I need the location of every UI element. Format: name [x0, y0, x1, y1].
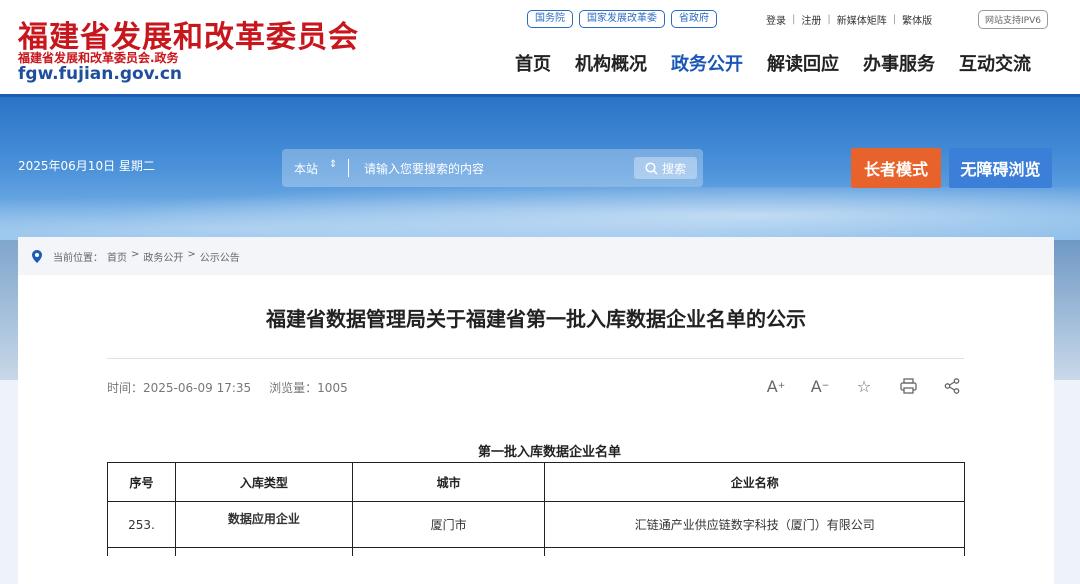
cell-city: 厦门市	[351, 501, 546, 548]
column-header-type: 入库类型	[174, 462, 353, 502]
location-pin-icon	[32, 250, 42, 263]
view-count-label: 浏览量：	[269, 381, 318, 395]
nav-item-interaction[interactable]: 互动交流	[959, 50, 1031, 76]
publish-time-value: 2025-06-09 17:35	[143, 381, 252, 395]
table-row	[107, 547, 965, 556]
separator: |	[892, 14, 897, 25]
new-media-link[interactable]: 新媒体矩阵	[837, 12, 887, 27]
nav-item-open-government[interactable]: 政务公开	[671, 50, 743, 76]
search-bar: 本站 ⇕ 请输入您要搜索的内容 搜索	[282, 149, 703, 187]
nav-item-interpretation[interactable]: 解读回应	[767, 50, 839, 76]
gov-links: 国务院 国家发展改革委 省政府	[527, 10, 717, 28]
site-header: 福建省发展和改革委员会 福建省发展和改革委员会.政务 fgw.fujian.go…	[0, 0, 1080, 97]
search-icon	[645, 161, 658, 175]
register-link[interactable]: 注册	[801, 12, 821, 27]
nav-item-services[interactable]: 办事服务	[863, 50, 935, 76]
table-header-row: 序号 入库类型 城市 企业名称	[107, 462, 965, 502]
star-icon[interactable]: ☆	[852, 375, 876, 397]
article-tools: A + A − ☆	[764, 375, 964, 397]
article-title: 福建省数据管理局关于福建省第一批入库数据企业名单的公示	[266, 307, 806, 331]
ipv6-badge: 网站支持IPV6	[978, 10, 1048, 29]
search-input[interactable]: 请输入您要搜索的内容	[364, 160, 484, 177]
publish-time: 时间：2025-06-09 17:35	[107, 379, 251, 396]
breadcrumb-label: 当前位置：	[53, 253, 103, 264]
side-decoration-left	[0, 240, 18, 380]
share-icon[interactable]	[940, 375, 964, 397]
gov-link-province[interactable]: 省政府	[671, 10, 717, 28]
breadcrumb-separator: >	[131, 249, 140, 260]
gov-link-state-council[interactable]: 国务院	[527, 10, 573, 28]
search-button-label: 搜索	[661, 161, 686, 176]
updown-arrow-icon[interactable]: ⇕	[329, 159, 337, 170]
search-scope-select[interactable]: 本站	[294, 160, 318, 177]
main-nav: 首页 机构概况 政务公开 解读回应 办事服务 互动交流	[515, 50, 1031, 76]
current-date: 2025年06月10日 星期二	[18, 159, 155, 173]
font-decrease-icon[interactable]: A −	[808, 375, 832, 397]
separator: |	[827, 14, 831, 25]
column-header-index: 序号	[107, 462, 176, 502]
enterprise-table: 序号 入库类型 城市 企业名称 253. 数据应用企业 厦门市 汇链通产业供应链…	[107, 462, 965, 556]
breadcrumb-trail: 当前位置： 首页 > 政务公开 > 公示公告	[53, 249, 240, 264]
side-decoration-right	[1054, 240, 1080, 380]
breadcrumb-announcements[interactable]: 公示公告	[200, 249, 240, 264]
separator: |	[792, 14, 796, 25]
breadcrumb-home[interactable]: 首页	[107, 249, 127, 264]
content-card: 当前位置： 首页 > 政务公开 > 公示公告 福建省数据管理局关于福建省第一批入库数…	[18, 237, 1054, 584]
login-link[interactable]: 登录	[766, 12, 786, 27]
cell-type	[174, 547, 353, 556]
breadcrumb-separator: >	[187, 249, 196, 260]
cell-index	[107, 547, 176, 556]
gov-link-ndrc[interactable]: 国家发展改革委	[579, 10, 665, 28]
nav-item-organization[interactable]: 机构概况	[575, 50, 647, 76]
view-count: 浏览量：1005	[269, 379, 348, 396]
traditional-chinese-link[interactable]: 繁体版	[902, 12, 932, 27]
publish-time-label: 时间：	[107, 381, 144, 395]
cell-type: 数据应用企业	[174, 501, 353, 548]
cell-company: 汇链通产业供应链数字科技（厦门）有限公司	[544, 501, 965, 548]
column-header-company: 企业名称	[544, 462, 965, 502]
title-divider	[107, 358, 964, 359]
cell-company	[544, 547, 965, 556]
article-meta: 时间：2025-06-09 17:35 浏览量：1005	[107, 379, 348, 396]
table-caption: 第一批入库数据企业名单	[477, 445, 621, 460]
search-button[interactable]: 搜索	[634, 157, 697, 179]
cell-city	[351, 547, 546, 556]
site-url: fgw.fujian.gov.cn	[18, 64, 183, 84]
elder-mode-button[interactable]: 长者模式	[851, 148, 941, 188]
column-header-city: 城市	[351, 462, 546, 502]
accessible-browse-button[interactable]: 无障碍浏览	[949, 148, 1052, 188]
cell-index: 253.	[107, 501, 176, 548]
table-row: 253. 数据应用企业 厦门市 汇链通产业供应链数字科技（厦门）有限公司	[107, 501, 965, 548]
breadcrumb-open-government[interactable]: 政务公开	[143, 249, 183, 264]
utility-links: 登录 | 注册 | 新媒体矩阵 | 繁体版	[766, 12, 932, 27]
breadcrumb: 当前位置： 首页 > 政务公开 > 公示公告	[18, 237, 1054, 275]
font-increase-icon[interactable]: A +	[764, 375, 788, 397]
print-icon[interactable]	[896, 375, 920, 397]
nav-item-home[interactable]: 首页	[515, 50, 551, 76]
view-count-value: 1005	[317, 381, 348, 395]
search-divider	[348, 159, 349, 177]
